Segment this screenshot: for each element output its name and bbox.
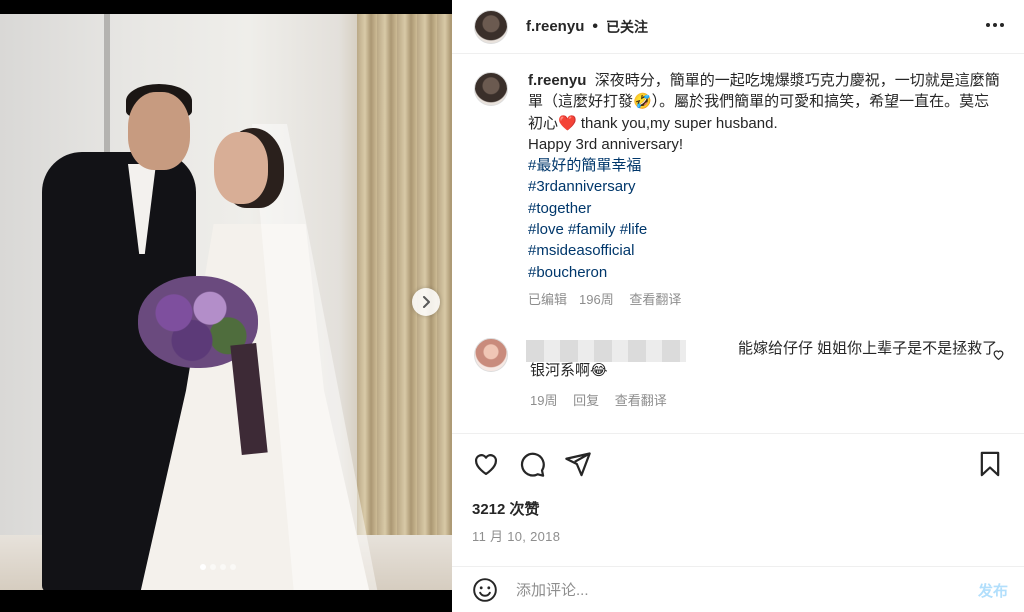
hashtag-link[interactable]: #boucheron — [528, 262, 1004, 283]
send-icon — [565, 452, 591, 477]
post-caption: f.reenyu 深夜時分，簡單的一起吃塊爆漿巧克力慶祝，一切就是這麼簡單（這麼… — [474, 70, 1004, 310]
hashtag-link[interactable]: #msideasofficial — [528, 240, 1004, 261]
carousel-dot — [220, 564, 226, 570]
comment-composer: 发布 — [452, 566, 1024, 612]
hashtag-link[interactable]: #3rdanniversary — [528, 176, 1004, 197]
heart-icon — [474, 454, 498, 476]
translate-button[interactable]: 查看翻译 — [629, 292, 681, 307]
caption-username[interactable]: f.reenyu — [528, 72, 586, 89]
hashtag-link[interactable]: #love #family #life — [528, 219, 1004, 240]
hashtag-link[interactable]: #together — [528, 198, 1004, 219]
emoji-button[interactable] — [472, 577, 498, 603]
author-username[interactable]: f.reenyu — [526, 18, 584, 35]
caption-meta: 已编辑 196周 查看翻译 — [528, 289, 1004, 310]
follow-status-button[interactable]: 已关注 — [606, 17, 648, 37]
bookmark-icon — [980, 451, 1000, 477]
post-comment-button[interactable]: 发布 — [978, 580, 1008, 601]
hashtag-link[interactable]: #最好的簡單幸福 — [528, 155, 1004, 176]
caption-text-line1: 深夜時分，簡單的一起吃塊爆漿巧克力慶祝，一切就是這麼簡單（這麼好打發🤣）。屬於我… — [528, 72, 1000, 132]
save-button[interactable] — [976, 450, 1004, 478]
caption-age[interactable]: 196周 — [579, 292, 614, 307]
like-button[interactable] — [472, 450, 500, 478]
post-date[interactable]: 11 月 10, 2018 — [472, 526, 560, 545]
post-header: f.reenyu • 已关注 — [452, 0, 1024, 54]
comment-like-button[interactable] — [992, 348, 1005, 364]
reply-button[interactable]: 回复 — [573, 393, 599, 408]
comment-age[interactable]: 19周 — [530, 393, 557, 408]
smiley-icon — [473, 578, 497, 602]
caption-author-avatar[interactable] — [474, 72, 508, 106]
wedding-photo[interactable] — [0, 14, 452, 590]
divider — [452, 433, 1024, 434]
heart-icon — [993, 350, 1004, 361]
commenter-avatar[interactable] — [474, 338, 508, 372]
post-actions — [472, 450, 1004, 480]
comment-text: 能嫁给仔仔 姐姐你上辈子是不是拯救了银河系啊😂 — [530, 340, 998, 379]
carousel-dot — [230, 564, 236, 570]
caption-text: f.reenyu 深夜時分，簡單的一起吃塊爆漿巧克力慶祝，一切就是這麼簡單（這麼… — [528, 70, 1004, 134]
comment-bubble-icon — [520, 452, 545, 477]
comment-translate-button[interactable]: 查看翻译 — [615, 393, 667, 408]
comment-meta: 19周 回复 查看翻译 — [530, 390, 679, 409]
caption-body: f.reenyu 深夜時分，簡單的一起吃塊爆漿巧克力慶祝，一切就是這麼簡單（這麼… — [528, 70, 1004, 310]
more-horizontal-icon — [986, 23, 1004, 27]
carousel-dot — [200, 564, 206, 570]
comment-button[interactable] — [518, 450, 546, 478]
photo-bride-face — [214, 132, 268, 204]
more-options-button[interactable] — [984, 14, 1006, 42]
post-details-panel: f.reenyu • 已关注 f.reenyu 深夜時分，簡單的一起吃塊爆漿巧克… — [452, 0, 1024, 612]
carousel-dot — [210, 564, 216, 570]
post-media — [0, 0, 452, 612]
carousel-next-button[interactable] — [412, 288, 440, 316]
edited-label: 已编辑 — [528, 291, 568, 307]
chevron-right-icon — [423, 296, 430, 308]
author-avatar[interactable] — [474, 9, 508, 44]
header-separator: • — [592, 17, 598, 35]
carousel-indicator — [200, 564, 236, 570]
likes-count[interactable]: 3212 次赞 — [472, 498, 540, 519]
caption-text-line2: Happy 3rd anniversary! — [528, 135, 684, 153]
share-button[interactable] — [564, 450, 592, 478]
comment-input[interactable] — [516, 577, 956, 603]
photo-groom-face — [128, 92, 190, 170]
